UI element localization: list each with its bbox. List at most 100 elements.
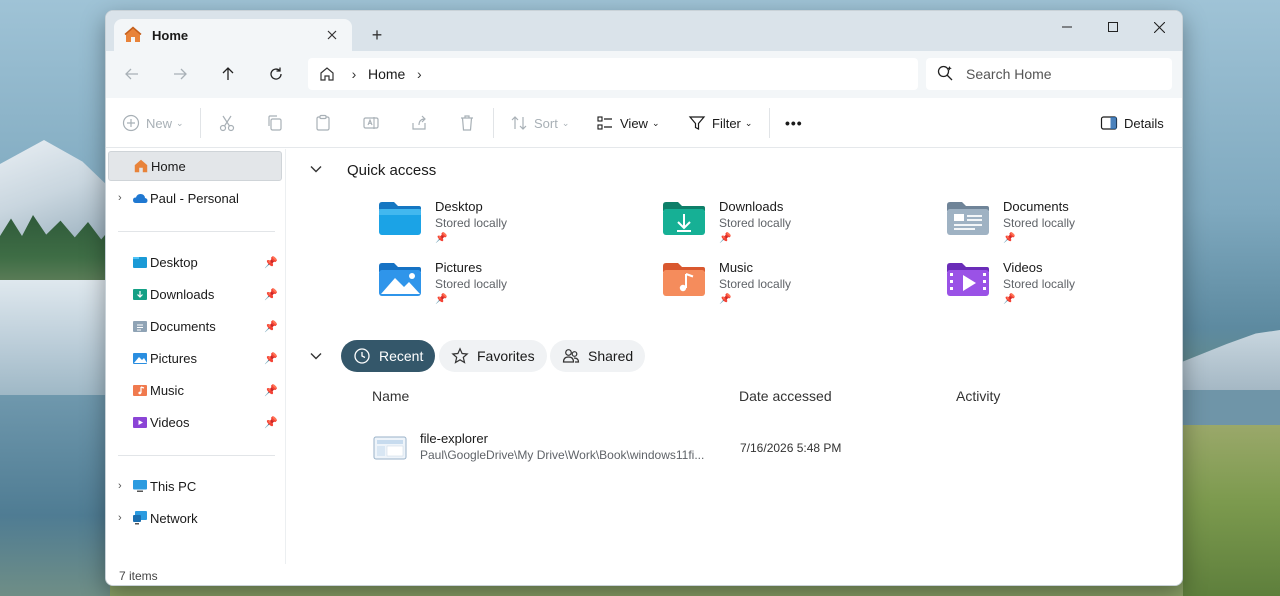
sidebar-item-label: Documents [150,318,216,334]
back-button[interactable] [117,61,147,87]
tab-recent[interactable]: Recent [341,340,436,372]
breadcrumb-separator-icon[interactable]: › [340,66,368,82]
cut-button[interactable] [218,110,236,136]
qa-name: Desktop [435,199,483,214]
pin-icon: 📌 [719,233,732,244]
search-box[interactable]: Search Home [926,58,1172,90]
share-button[interactable] [410,110,428,136]
clipboard-icon [316,114,330,131]
quick-access-downloads[interactable]: Downloads Stored locally 📌 [661,199,921,255]
column-header-date[interactable]: Date accessed [739,388,832,404]
new-tab-button[interactable]: + [364,23,390,47]
navigation-bar: › Home › Search Home [106,51,1182,98]
sidebar-item-label: This PC [150,478,197,494]
pin-icon[interactable]: 📌 [264,288,278,301]
quick-access-videos[interactable]: Videos Stored locally 📌 [945,260,1182,316]
chevron-right-icon[interactable]: › [118,480,132,492]
details-button[interactable]: Details [1100,110,1164,136]
cloud-icon [132,190,148,206]
sidebar-item-pictures[interactable]: Pictures 📌 [108,343,282,373]
maximize-button[interactable] [1090,13,1136,41]
pin-icon: 📌 [719,294,732,305]
sidebar-item-home[interactable]: Home [108,151,282,181]
pin-icon: 📌 [1003,233,1016,244]
sidebar-item-desktop[interactable]: Desktop 📌 [108,247,282,277]
up-arrow-icon [222,67,234,80]
sidebar-item-personal[interactable]: › Paul - Personal [108,183,282,213]
chevron-down-icon[interactable] [309,349,323,366]
pin-icon[interactable]: 📌 [264,384,278,397]
wallpaper-mountain-right [1183,330,1280,400]
videos-folder-icon [132,414,148,430]
refresh-button[interactable] [261,61,291,87]
recent-file-row[interactable]: file-explorer Paul\GoogleDrive\My Drive\… [373,425,1153,471]
wallpaper-trees-left [0,215,110,285]
filter-button[interactable]: Filter ⌄ [688,110,752,136]
search-input[interactable]: Search Home [966,66,1052,82]
rename-button[interactable] [362,110,380,136]
sidebar-item-label: Downloads [150,286,215,302]
sidebar-item-this-pc[interactable]: › This PC [108,471,282,501]
sidebar-item-downloads[interactable]: Downloads 📌 [108,279,282,309]
close-tab-icon[interactable] [322,25,342,45]
home-outline-icon[interactable] [318,65,340,83]
wallpaper-water-left [0,395,110,596]
plus-circle-icon [122,114,140,132]
copy-button[interactable] [266,110,284,136]
quick-access-desktop[interactable]: Desktop Stored locally 📌 [377,199,637,255]
chevron-right-icon[interactable]: › [118,512,132,524]
desktop-folder-icon [132,254,148,270]
copy-icon [268,115,282,131]
wallpaper-water-right [1183,390,1280,430]
pictures-folder-icon [132,350,148,366]
command-bar: New ⌄ Sort ⌄ View ⌄ Filter ⌄ ••• Details [106,98,1182,148]
breadcrumb-home[interactable]: Home [368,66,405,82]
breadcrumb-chevron-icon[interactable]: › [405,66,433,82]
qa-name: Music [719,260,753,275]
forward-button[interactable] [165,61,195,87]
scissors-icon [219,115,235,132]
recent-file-date: 7/16/2026 5:48 PM [740,441,842,455]
clock-icon [353,347,371,365]
pin-icon[interactable]: 📌 [264,320,278,333]
music-folder-icon [661,260,707,300]
tab-title: Home [152,27,189,43]
up-button[interactable] [213,61,243,87]
sidebar-item-music[interactable]: Music 📌 [108,375,282,405]
paste-button[interactable] [314,110,332,136]
tab-label: Recent [379,348,424,364]
downloads-folder-icon [661,199,707,239]
tab-shared[interactable]: Shared [550,340,646,372]
pin-icon: 📌 [435,294,448,305]
content-pane: Quick access Desktop Stored locally 📌 Do… [287,149,1182,564]
tab-home[interactable]: Home [114,19,352,51]
qa-name: Documents [1003,199,1069,214]
quick-access-documents[interactable]: Documents Stored locally 📌 [945,199,1182,255]
sort-button[interactable]: Sort ⌄ [510,110,569,136]
quick-access-pictures[interactable]: Pictures Stored locally 📌 [377,260,637,316]
quick-access-music[interactable]: Music Stored locally 📌 [661,260,921,316]
pin-icon[interactable]: 📌 [264,352,278,365]
sidebar-item-documents[interactable]: Documents 📌 [108,311,282,341]
close-window-button[interactable] [1136,13,1182,41]
pin-icon[interactable]: 📌 [264,416,278,429]
new-button[interactable]: New ⌄ [122,110,184,136]
column-header-activity[interactable]: Activity [956,388,1000,404]
sidebar-item-network[interactable]: › Network [108,503,282,533]
column-header-name[interactable]: Name [372,388,409,404]
view-button[interactable]: View ⌄ [596,110,660,136]
pin-icon[interactable]: 📌 [264,256,278,269]
chevron-down-icon[interactable] [309,162,329,179]
videos-folder-icon [945,260,991,300]
details-pane-icon [1100,116,1118,130]
qa-sub: Stored locally [719,216,792,230]
tab-favorites[interactable]: Favorites [439,340,547,372]
chevron-right-icon[interactable]: › [118,192,132,204]
sidebar-item-videos[interactable]: Videos 📌 [108,407,282,437]
more-options-button[interactable]: ••• [785,110,803,136]
address-bar[interactable]: › Home › [308,58,918,90]
minimize-button[interactable] [1044,13,1090,41]
delete-button[interactable] [458,110,476,136]
chevron-down-icon: ⌄ [561,117,570,128]
quick-access-header[interactable]: Quick access [309,162,436,179]
